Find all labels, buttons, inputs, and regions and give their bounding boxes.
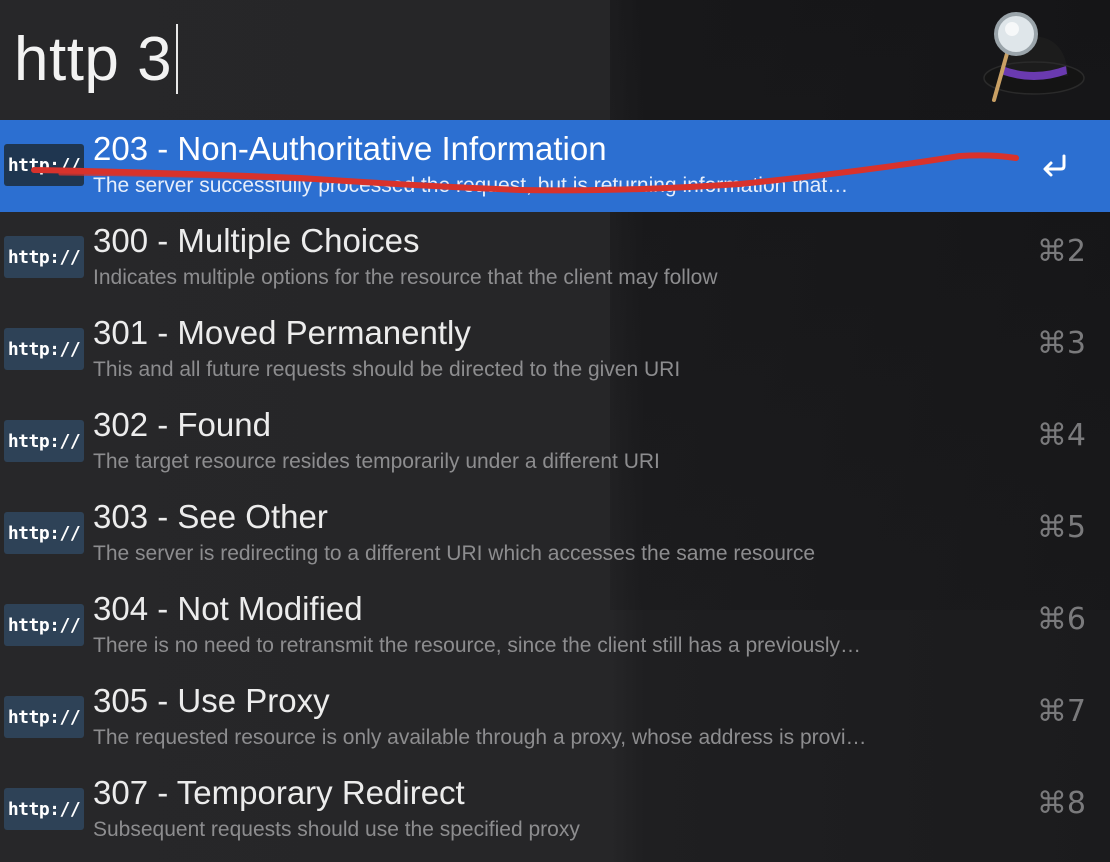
shortcut-hint: ⌘6	[1036, 602, 1086, 637]
http-badge-icon: http://	[4, 420, 84, 462]
shortcut-hint: ⌘2	[1036, 234, 1086, 269]
result-subtitle: This and all future requests should be d…	[93, 358, 681, 381]
http-badge-icon: http://	[4, 236, 84, 278]
alfred-hat-icon	[983, 12, 1085, 102]
shortcut-hint: ⌘5	[1036, 510, 1086, 545]
result-subtitle: Subsequent requests should use the speci…	[93, 818, 580, 841]
http-badge-icon: http://	[4, 512, 84, 554]
http-badge-icon: http://	[4, 696, 84, 738]
http-badge-icon: http://	[4, 788, 84, 830]
result-title: 307 - Temporary Redirect	[93, 774, 465, 811]
shortcut-hint: ⌘7	[1036, 694, 1086, 729]
http-badge-icon: http://	[4, 604, 84, 646]
result-title: 305 - Use Proxy	[93, 682, 330, 719]
result-row-304[interactable]: http:// 304 - Not Modified There is no n…	[0, 580, 1110, 672]
search-input[interactable]: http 3	[14, 14, 179, 104]
alfred-window: http 3 http:// 203 - Non-Authoritative I…	[0, 0, 1110, 862]
result-row-301[interactable]: http:// 301 - Moved Permanently This and…	[0, 304, 1110, 396]
result-row-302[interactable]: http:// 302 - Found The target resource …	[0, 396, 1110, 488]
result-subtitle: The server is redirecting to a different…	[93, 542, 816, 565]
result-title: 304 - Not Modified	[93, 590, 363, 627]
result-subtitle: The server successfully processed the re…	[93, 174, 849, 197]
result-subtitle: The requested resource is only available…	[93, 726, 867, 749]
shortcut-hint: ⌘8	[1036, 786, 1086, 821]
result-row-303[interactable]: http:// 303 - See Other The server is re…	[0, 488, 1110, 580]
result-row-203[interactable]: http:// 203 - Non-Authoritative Informat…	[0, 120, 1110, 212]
http-badge-icon: http://	[4, 144, 84, 186]
results-list: http:// 203 - Non-Authoritative Informat…	[0, 120, 1110, 856]
result-title: 302 - Found	[93, 406, 271, 443]
shortcut-hint: ⌘4	[1036, 418, 1086, 453]
result-subtitle: Indicates multiple options for the resou…	[93, 266, 718, 289]
text-caret	[176, 24, 179, 94]
result-subtitle: The target resource resides temporarily …	[93, 450, 660, 473]
http-badge-icon: http://	[4, 328, 84, 370]
shortcut-hint: ⌘3	[1036, 326, 1086, 361]
result-title: 303 - See Other	[93, 498, 328, 535]
result-row-300[interactable]: http:// 300 - Multiple Choices Indicates…	[0, 212, 1110, 304]
search-query-text: http 3	[14, 24, 173, 94]
result-row-305[interactable]: http:// 305 - Use Proxy The requested re…	[0, 672, 1110, 764]
result-row-307[interactable]: http:// 307 - Temporary Redirect Subsequ…	[0, 764, 1110, 856]
result-title: 300 - Multiple Choices	[93, 222, 420, 259]
result-subtitle: There is no need to retransmit the resou…	[93, 634, 862, 657]
result-title: 203 - Non-Authoritative Information	[93, 130, 607, 167]
result-title: 301 - Moved Permanently	[93, 314, 471, 351]
return-icon	[1043, 154, 1066, 177]
search-bar: http 3	[0, 0, 1110, 120]
